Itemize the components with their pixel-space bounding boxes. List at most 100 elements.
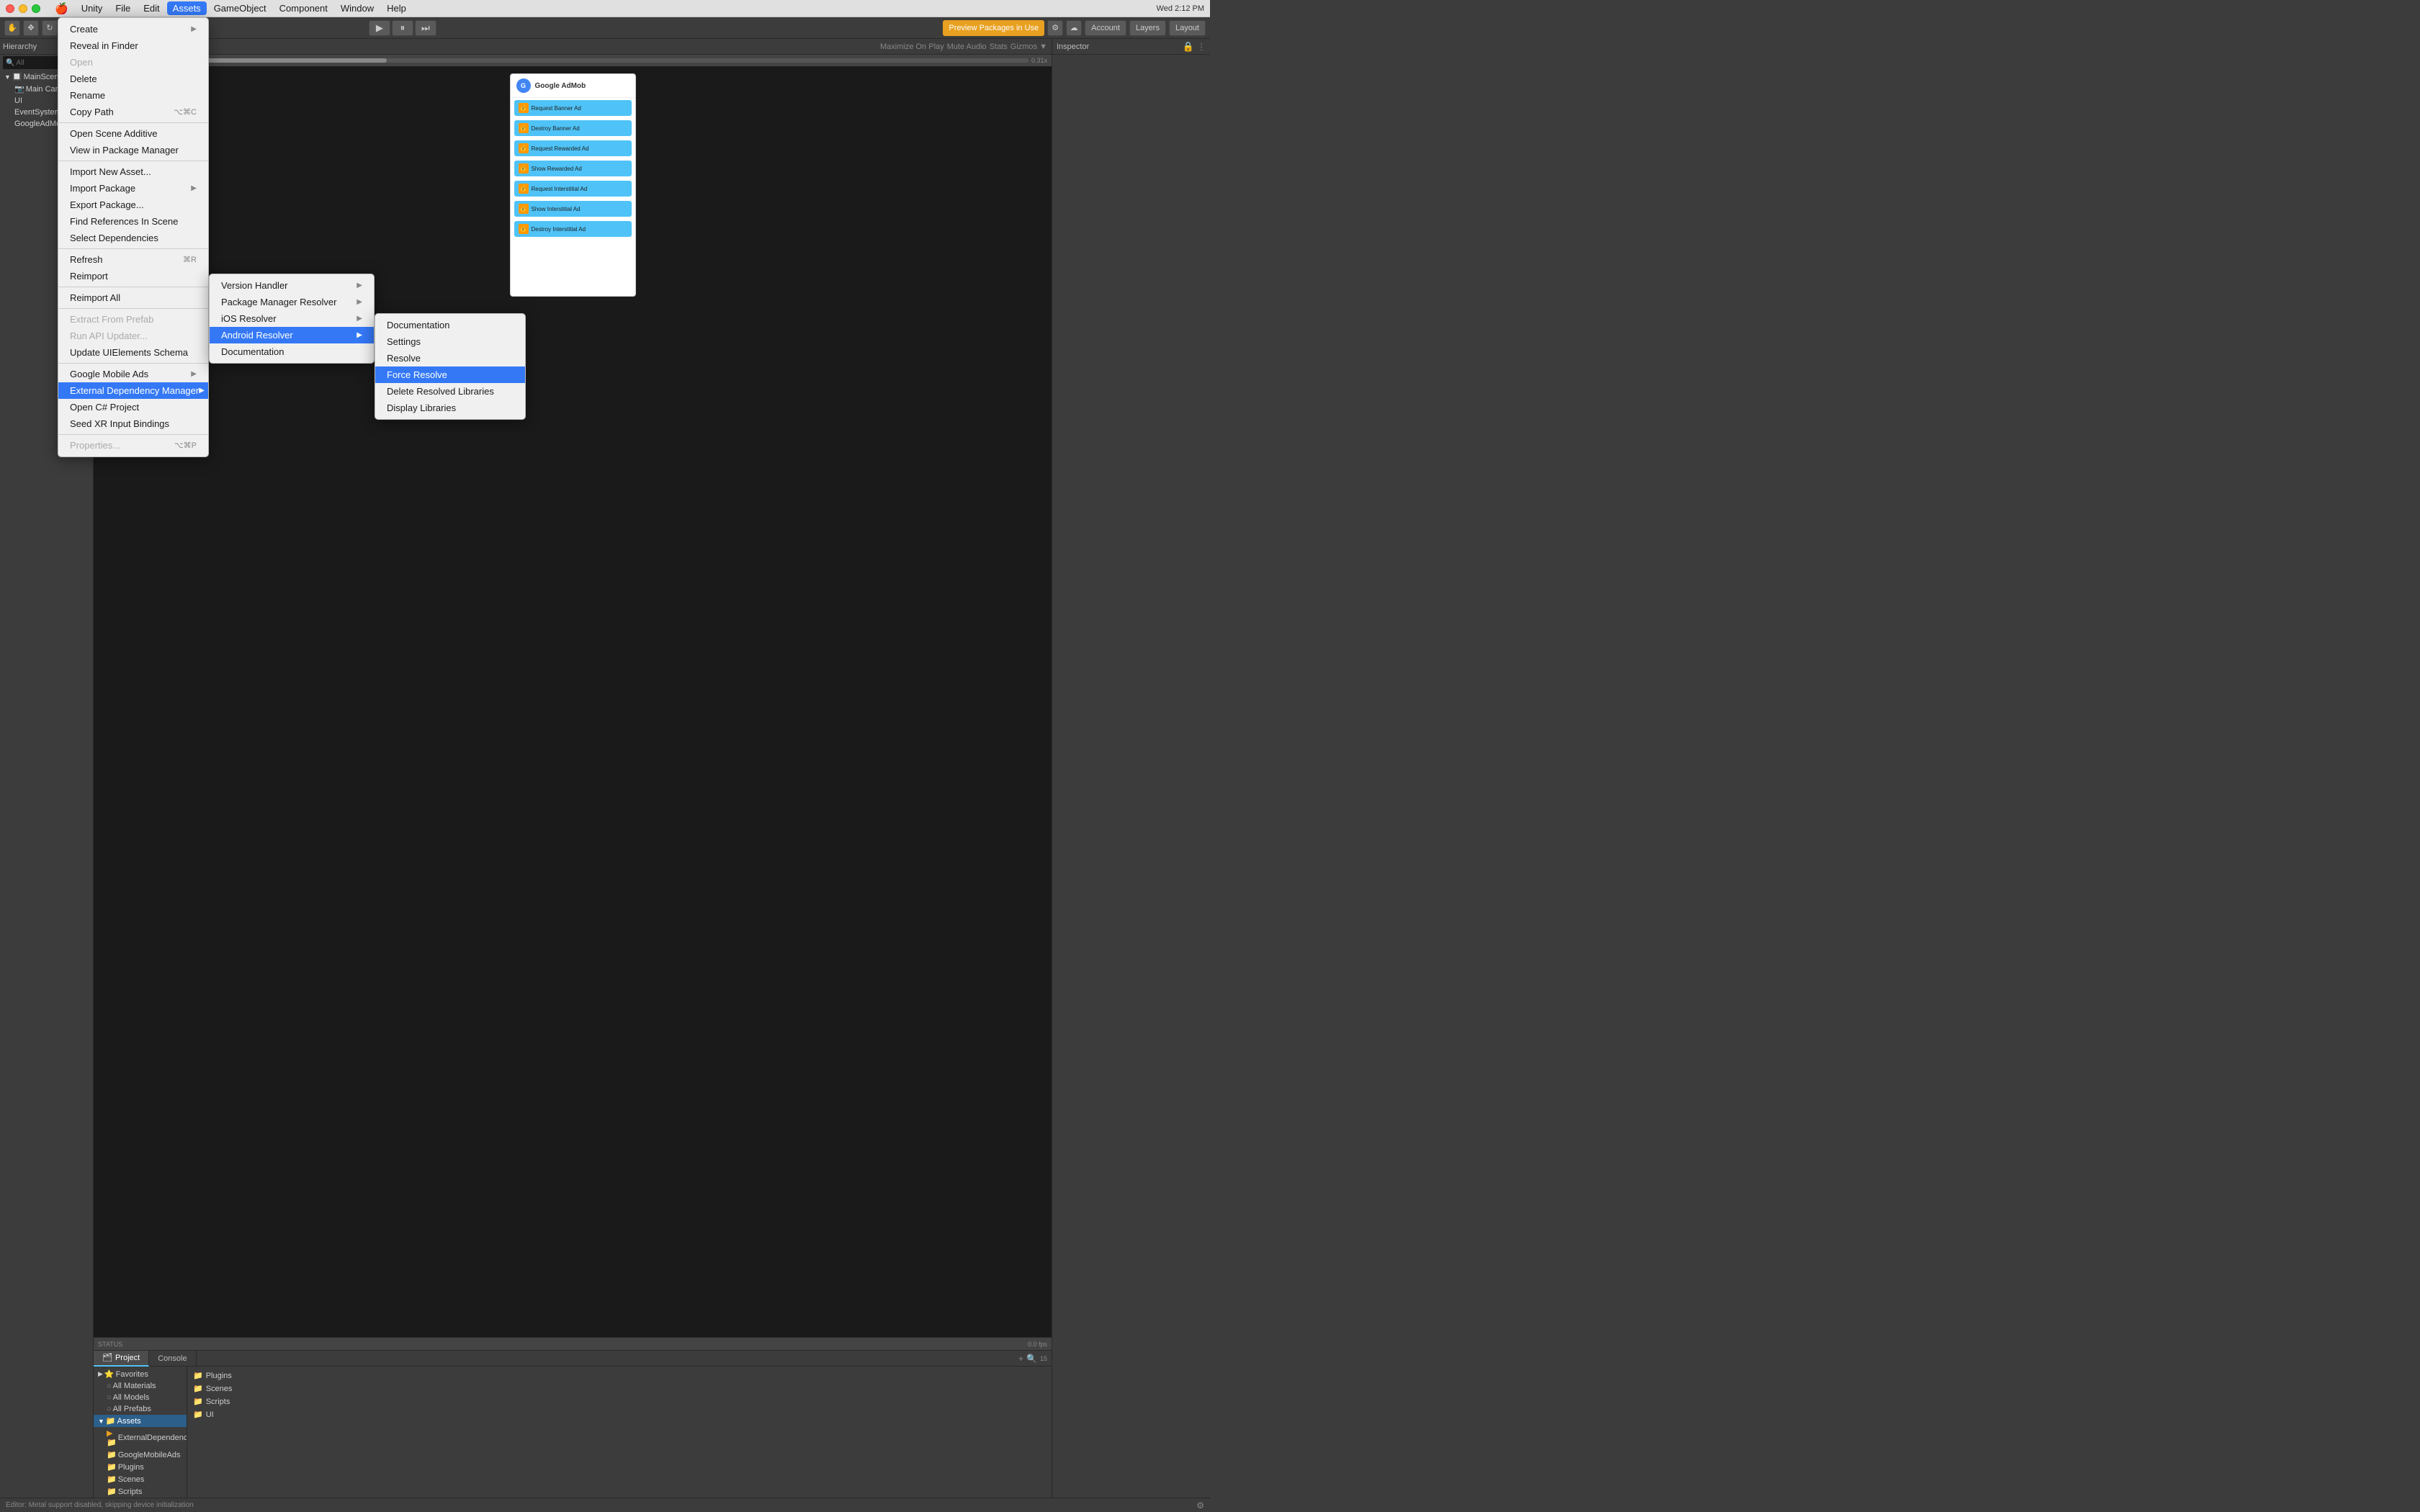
account-button[interactable]: Account	[1085, 20, 1126, 36]
menu-apple[interactable]: 🍎	[49, 1, 74, 17]
ctx-export-pkg[interactable]: Export Package...	[58, 197, 208, 213]
toolbar-move[interactable]: ✥	[23, 20, 39, 36]
minimize-button[interactable]	[19, 4, 27, 13]
ctx-reveal-finder[interactable]: Reveal in Finder	[58, 37, 208, 54]
pause-button[interactable]: ⏸	[392, 20, 413, 36]
ctx-ext-documentation[interactable]: Documentation	[210, 343, 374, 360]
ad-button-4[interactable]: 💰 Show Rewarded Ad	[514, 161, 632, 176]
menu-window[interactable]: Window	[335, 1, 380, 15]
project-search-icon[interactable]: 🔍	[1026, 1354, 1037, 1364]
ctx-refresh[interactable]: Refresh ⌘R	[58, 251, 208, 268]
gizmos-btn[interactable]: Gizmos ▼	[1010, 42, 1047, 51]
ctx-delete-resolved[interactable]: Delete Resolved Libraries	[375, 383, 525, 400]
layers-button[interactable]: Layers	[1129, 20, 1166, 36]
ctx-settings[interactable]: Settings	[375, 333, 525, 350]
ctx-view-pkg-mgr[interactable]: View in Package Manager	[58, 142, 208, 158]
menu-unity[interactable]: Unity	[76, 1, 109, 15]
menu-help[interactable]: Help	[381, 1, 412, 15]
ad-button-5[interactable]: 💰 Request Interstitial Ad	[514, 181, 632, 197]
menu-component[interactable]: Component	[274, 1, 333, 15]
admob-logo: G	[516, 78, 531, 93]
layout-button[interactable]: Layout	[1169, 20, 1206, 36]
tab-project[interactable]: 🗂 Project	[94, 1351, 149, 1367]
ctx-copy-path[interactable]: Copy Path ⌥⌘C	[58, 104, 208, 120]
ctx-rename[interactable]: Rename	[58, 87, 208, 104]
ctx-force-resolve[interactable]: Force Resolve	[375, 366, 525, 383]
ad-button-3[interactable]: 💰 Request Rewarded Ad	[514, 140, 632, 156]
google-ads-folder-icon: 📁	[107, 1450, 117, 1459]
maximize-on-play[interactable]: Maximize On Play	[880, 42, 944, 51]
ctx-documentation[interactable]: Documentation	[375, 317, 525, 333]
ctx-resolve[interactable]: Resolve	[375, 350, 525, 366]
cloud-icon[interactable]: ☁	[1066, 20, 1082, 36]
ctx-import-pkg[interactable]: Import Package ▶	[58, 180, 208, 197]
project-assets-header[interactable]: ▼ 📁 Assets	[94, 1415, 187, 1427]
hierarchy-title: Hierarchy	[3, 42, 37, 51]
ad-icon-2: 💰	[519, 123, 529, 133]
ctx-find-refs[interactable]: Find References In Scene	[58, 213, 208, 230]
toolbar-rotate[interactable]: ↻	[42, 20, 58, 36]
menu-gameobject[interactable]: GameObject	[208, 1, 272, 15]
ctx-reimport[interactable]: Reimport	[58, 268, 208, 284]
ctx-import-new[interactable]: Import New Asset...	[58, 163, 208, 180]
ad-button-2[interactable]: 💰 Destroy Banner Ad	[514, 120, 632, 136]
assets-context-menu: Create ▶ Reveal in Finder Open Delete Re…	[58, 17, 209, 457]
file-ui[interactable]: 📁 UI	[190, 1408, 1049, 1421]
project-ext-dep[interactable]: ▶📁 ExternalDependencyManager	[94, 1427, 187, 1449]
ctx-display-libraries[interactable]: Display Libraries	[375, 400, 525, 416]
lock-icon[interactable]: 🔒	[1183, 41, 1194, 53]
ctx-android-resolver[interactable]: Android Resolver ▶	[210, 327, 374, 343]
ctx-open-cs-project[interactable]: Open C# Project	[58, 399, 208, 415]
ad-btn-text-7: Destroy Interstitial Ad	[532, 226, 586, 233]
file-scenes[interactable]: 📁 Scenes	[190, 1382, 1049, 1395]
preview-packages-button[interactable]: Preview Packages in Use	[943, 20, 1044, 36]
inspector-menu-icon[interactable]: ⋮	[1197, 42, 1206, 52]
ctx-version-handler[interactable]: Version Handler ▶	[210, 277, 374, 294]
project-google-ads[interactable]: 📁 GoogleMobileAds	[94, 1449, 187, 1461]
tab-console[interactable]: Console	[149, 1351, 196, 1367]
project-favorites-header[interactable]: ▶ ⭐ Favorites	[94, 1368, 187, 1380]
ctx-reimport-all[interactable]: Reimport All	[58, 289, 208, 306]
ctx-delete[interactable]: Delete	[58, 71, 208, 87]
ad-button-7[interactable]: 💰 Destroy Interstitial Ad	[514, 221, 632, 237]
add-project-icon[interactable]: +	[1018, 1354, 1023, 1364]
ctx-update-ui-schema[interactable]: Update UIElements Schema	[58, 344, 208, 361]
close-button[interactable]	[6, 4, 14, 13]
ctx-sep-6	[58, 363, 208, 364]
play-button[interactable]: ▶	[369, 20, 390, 36]
menu-assets[interactable]: Assets	[167, 1, 207, 15]
ad-button-1[interactable]: 💰 Request Banner Ad	[514, 100, 632, 116]
toolbar-hand[interactable]: ✋	[4, 20, 20, 36]
ctx-ext-dep-manager[interactable]: External Dependency Manager ▶	[58, 382, 208, 399]
ctx-google-mobile-ads[interactable]: Google Mobile Ads ▶	[58, 366, 208, 382]
ad-button-6[interactable]: 💰 Show Interstitial Ad	[514, 201, 632, 217]
maximize-button[interactable]	[32, 4, 40, 13]
ctx-ios-resolver[interactable]: iOS Resolver ▶	[210, 310, 374, 327]
ctx-select-deps[interactable]: Select Dependencies	[58, 230, 208, 246]
ctx-create[interactable]: Create ▶	[58, 21, 208, 37]
ctx-seed-xr[interactable]: Seed XR Input Bindings	[58, 415, 208, 432]
import-pkg-arrow: ▶	[191, 184, 197, 192]
project-plugins[interactable]: 📁 Plugins	[94, 1461, 187, 1473]
ad-icon-4: 💰	[519, 163, 529, 174]
ios-arrow: ▶	[357, 315, 362, 323]
mute-audio[interactable]: Mute Audio	[947, 42, 987, 51]
settings-bottom-icon[interactable]: ⚙	[1196, 1500, 1204, 1511]
project-all-prefabs[interactable]: ○ All Prefabs	[94, 1403, 187, 1415]
stats-btn[interactable]: Stats	[990, 42, 1008, 51]
ctx-open-scene[interactable]: Open Scene Additive	[58, 125, 208, 142]
project-all-models[interactable]: ○ All Models	[94, 1392, 187, 1403]
game-status-bar: STATUS 0.0 fps	[94, 1337, 1052, 1350]
project-sidebar: ▶ ⭐ Favorites ○ All Materials ○ All Mode…	[94, 1367, 187, 1498]
project-scripts[interactable]: 📁 Scripts	[94, 1485, 187, 1498]
file-scripts[interactable]: 📁 Scripts	[190, 1395, 1049, 1408]
ctx-pkg-mgr-resolver[interactable]: Package Manager Resolver ▶	[210, 294, 374, 310]
step-button[interactable]: ⏭	[415, 20, 436, 36]
settings-icon[interactable]: ⚙	[1047, 20, 1063, 36]
menu-edit[interactable]: Edit	[138, 1, 165, 15]
project-scenes[interactable]: 📁 Scenes	[94, 1473, 187, 1485]
project-all-materials[interactable]: ○ All Materials	[94, 1380, 187, 1392]
zoom-bar: 0.31x	[94, 55, 1052, 66]
menu-file[interactable]: File	[109, 1, 136, 15]
file-plugins[interactable]: 📁 Plugins	[190, 1369, 1049, 1382]
